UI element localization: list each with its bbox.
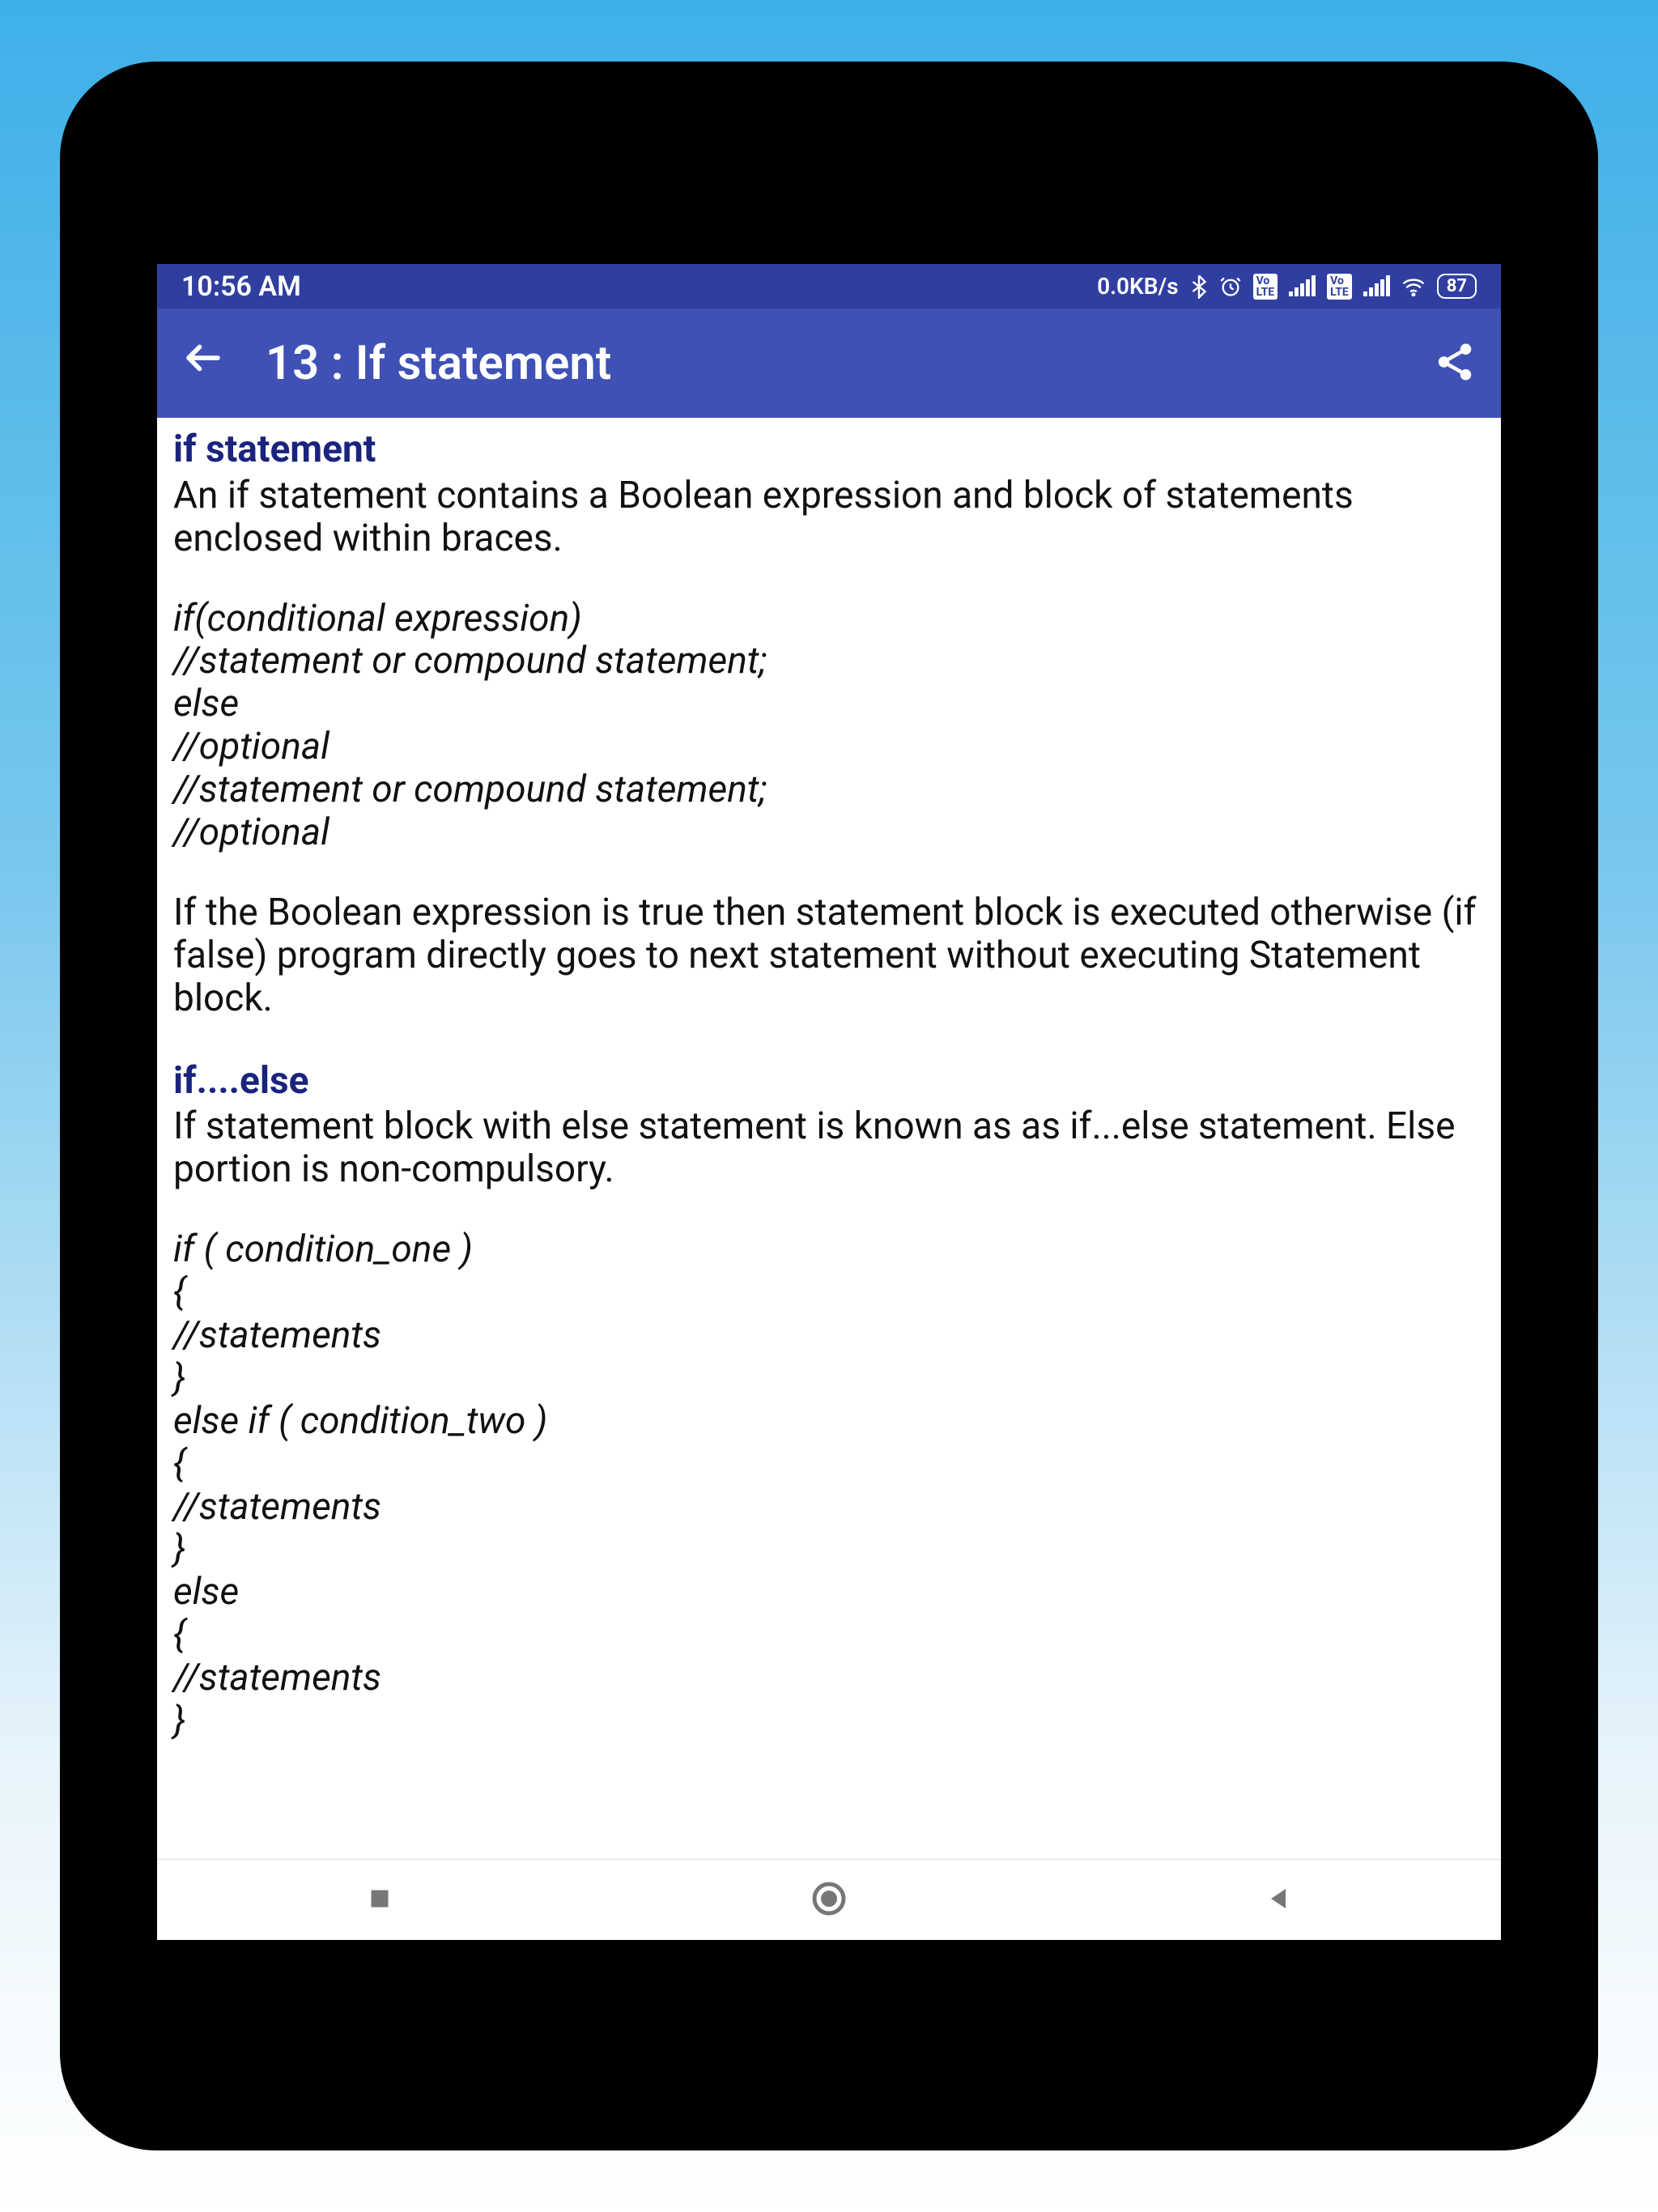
device-frame: 10:56 AM 0.0KB/s VoLTE VoLTE <box>60 62 1598 2150</box>
code-line: //optional <box>173 725 1485 768</box>
navigation-bar <box>157 1859 1501 1940</box>
code-line: { <box>173 1443 1485 1486</box>
text-ifelse-intro: If statement block with else statement i… <box>173 1105 1485 1191</box>
signal-icon-2 <box>1363 277 1390 296</box>
battery-level: 87 <box>1447 276 1467 296</box>
code-line: if ( condition_one ) <box>173 1228 1485 1271</box>
app-bar: 13 : If statement <box>157 308 1501 418</box>
code-line: else <box>173 683 1485 725</box>
back-button[interactable] <box>181 334 225 392</box>
battery-icon: 87 <box>1437 274 1477 299</box>
code-line: //statements <box>173 1486 1485 1529</box>
code-line: { <box>173 1614 1485 1657</box>
code-line: //statement or compound statement; <box>173 768 1485 811</box>
heading-if-statement: if statement <box>173 426 1485 474</box>
code-line: } <box>173 1699 1485 1742</box>
code-line: { <box>173 1271 1485 1314</box>
text-if-explain: If the Boolean expression is true then s… <box>173 891 1485 1020</box>
data-rate: 0.0KB/s <box>1097 273 1179 300</box>
code-line: else <box>173 1571 1485 1614</box>
code-line: } <box>173 1528 1485 1571</box>
screen: 10:56 AM 0.0KB/s VoLTE VoLTE <box>157 264 1501 1940</box>
back-nav-button[interactable] <box>1264 1884 1293 1916</box>
signal-icon-1 <box>1289 277 1316 296</box>
code-line: //statement or compound statement; <box>173 640 1485 683</box>
volte-icon-2: VoLTE <box>1327 274 1352 300</box>
code-line: //statements <box>173 1657 1485 1699</box>
heading-if-else: if....else <box>173 1057 1485 1106</box>
status-time: 10:56 AM <box>181 270 301 303</box>
bluetooth-icon <box>1190 274 1208 299</box>
status-right: 0.0KB/s VoLTE VoLTE <box>1097 273 1477 300</box>
code-line: if(conditional expression) <box>173 598 1485 640</box>
code-line: else if ( condition_two ) <box>173 1400 1485 1443</box>
status-bar: 10:56 AM 0.0KB/s VoLTE VoLTE <box>157 264 1501 308</box>
content-area[interactable]: if statement An if statement contains a … <box>157 418 1501 1859</box>
code-line: //optional <box>173 811 1485 854</box>
code-line: } <box>173 1357 1485 1400</box>
wifi-icon <box>1401 277 1426 296</box>
home-button[interactable] <box>810 1879 848 1921</box>
alarm-icon <box>1219 275 1242 298</box>
share-button[interactable] <box>1433 340 1477 387</box>
text-if-intro: An if statement contains a Boolean expre… <box>173 474 1485 560</box>
code-line: //statements <box>173 1314 1485 1357</box>
page-title: 13 : If statement <box>266 336 1392 391</box>
recent-apps-button[interactable] <box>365 1884 394 1916</box>
volte-icon-1: VoLTE <box>1253 274 1278 300</box>
